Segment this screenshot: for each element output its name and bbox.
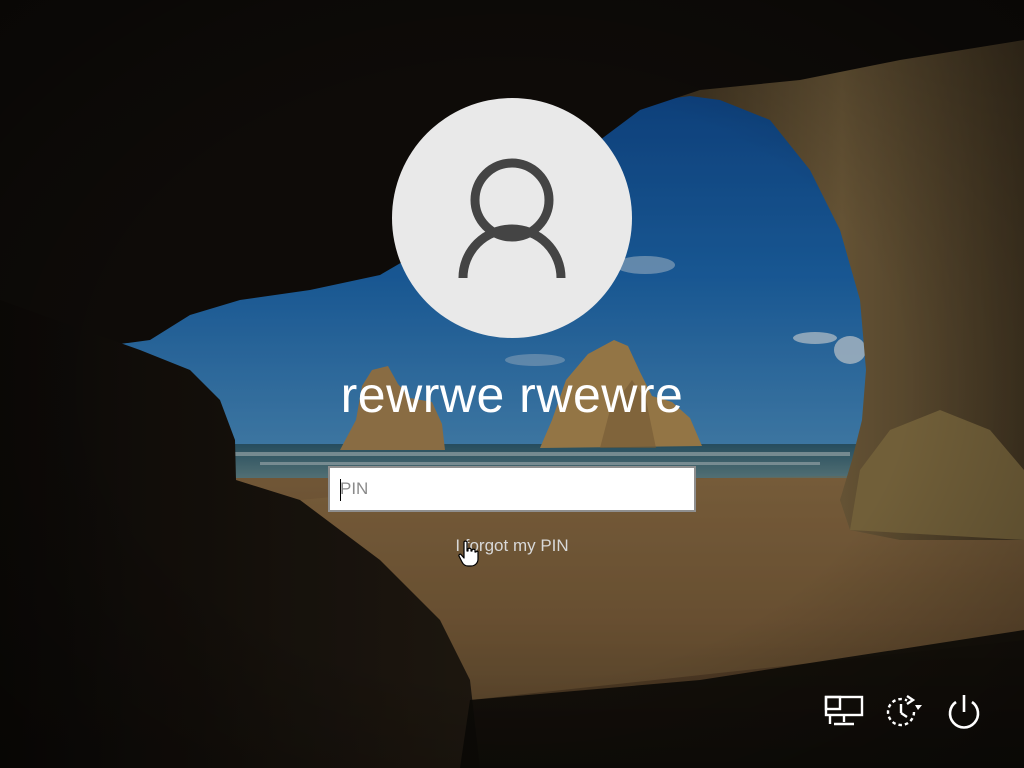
ease-of-access-button[interactable]: [880, 690, 924, 734]
user-icon: [458, 158, 566, 279]
power-button[interactable]: [942, 690, 986, 734]
power-icon: [948, 695, 980, 729]
ease-of-access-icon: [886, 695, 922, 727]
lock-screen: rewrwe rwewre I forgot my PIN: [0, 0, 1024, 768]
user-name: rewrwe rwewre: [340, 367, 684, 423]
hand-cursor-icon: [458, 540, 479, 567]
pin-input[interactable]: [330, 468, 694, 510]
text-caret: [340, 479, 341, 501]
network-icon: [824, 695, 864, 726]
forgot-pin-link[interactable]: I forgot my PIN: [412, 536, 612, 556]
user-avatar: [392, 98, 632, 338]
network-button[interactable]: [822, 690, 866, 734]
pin-input-box[interactable]: [328, 466, 696, 512]
